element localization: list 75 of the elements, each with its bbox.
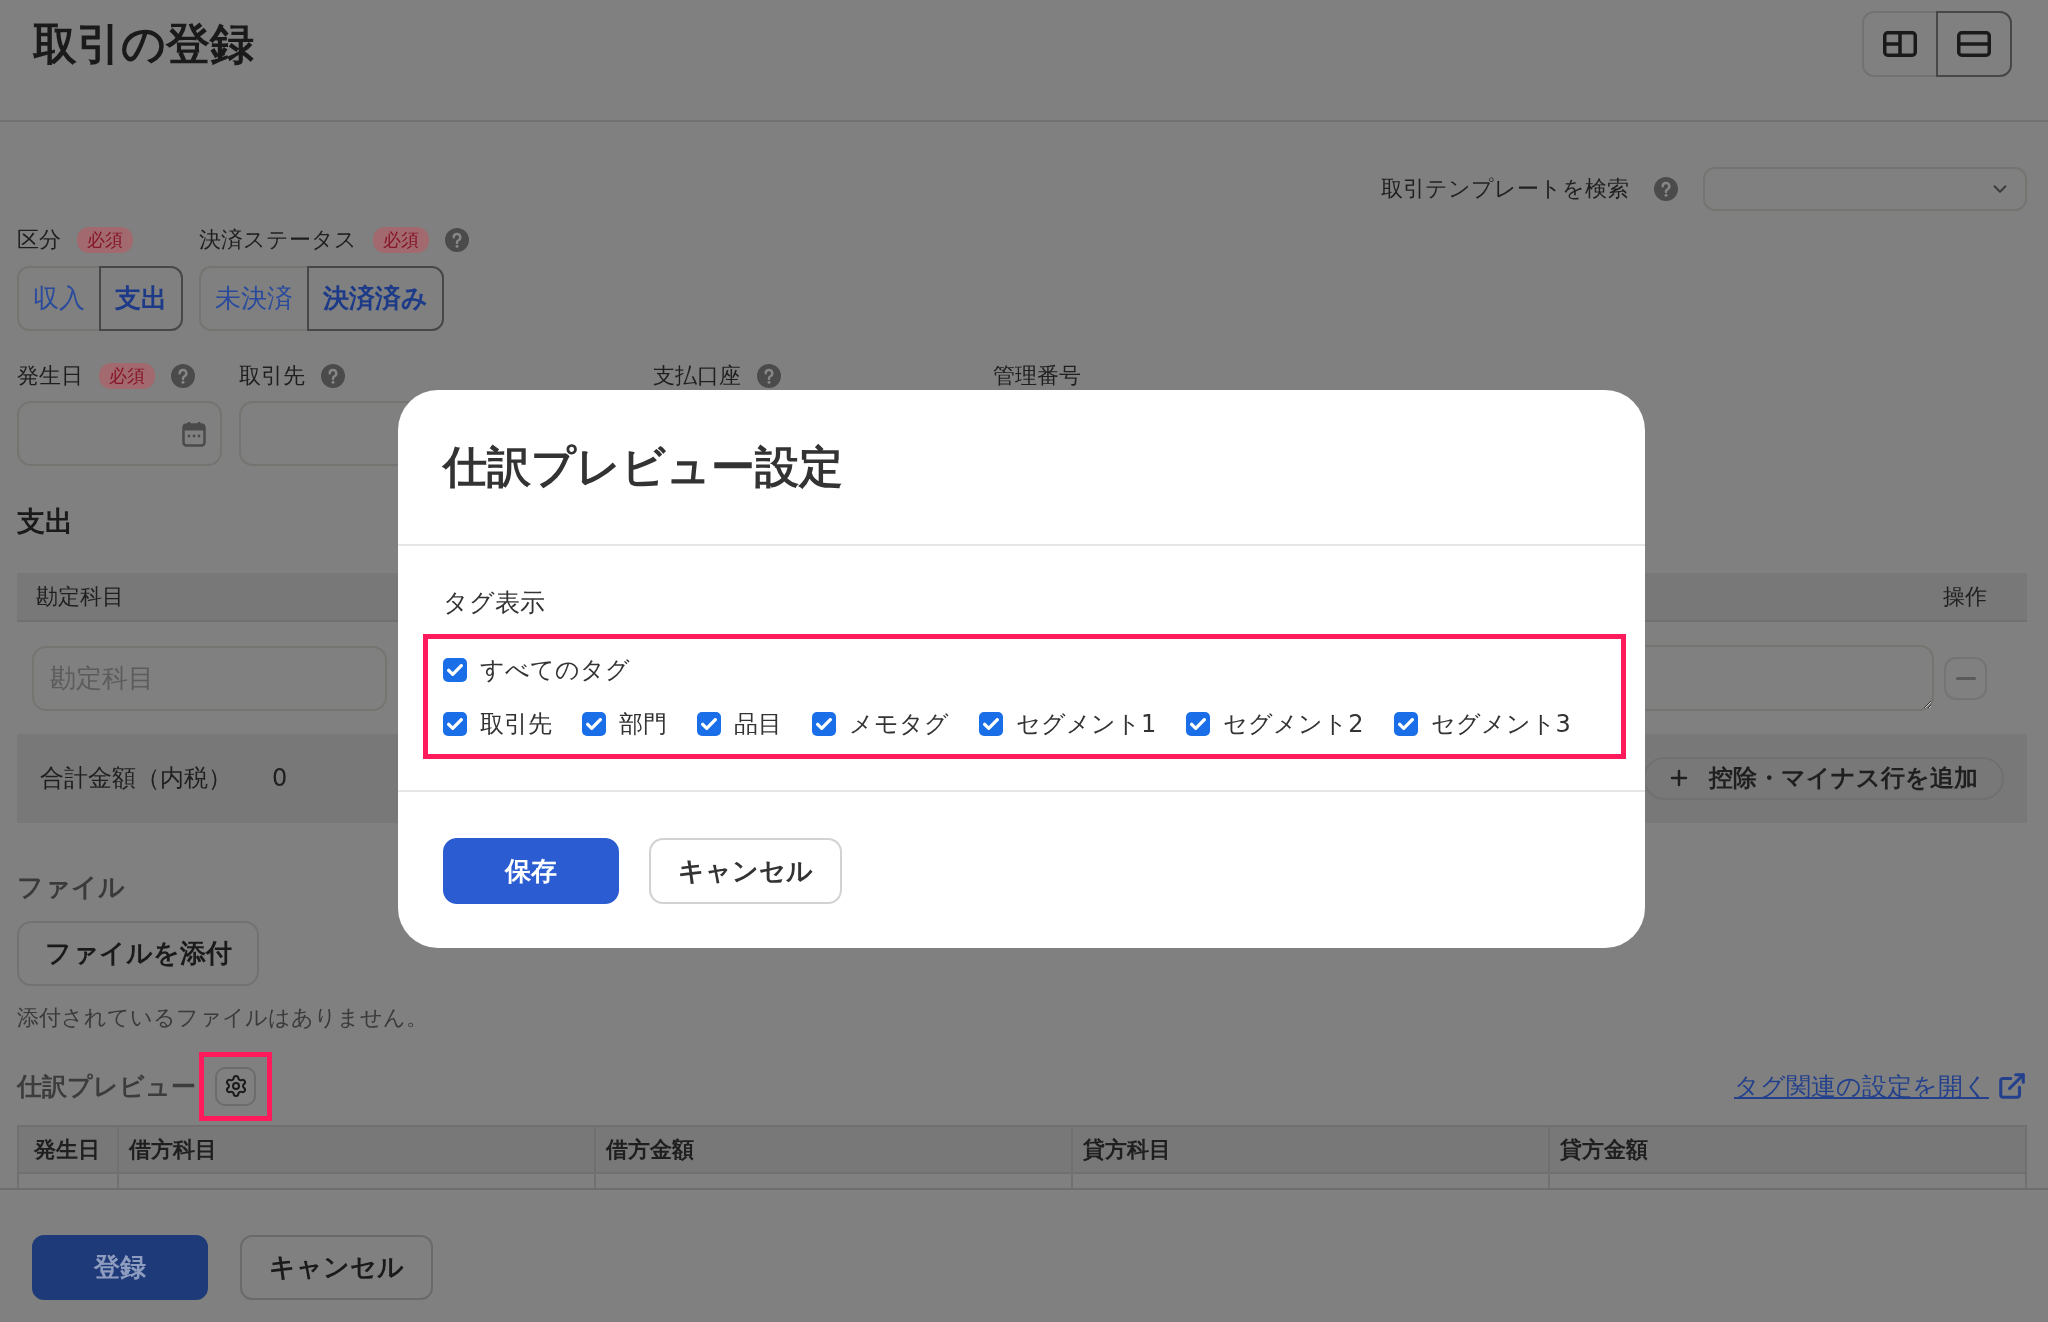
checkbox-label: セグメント2 xyxy=(1223,709,1364,739)
checkbox-label: 品目 xyxy=(734,709,782,739)
field-label: 取引先 xyxy=(239,363,305,389)
column-header: 勘定科目 xyxy=(36,582,124,611)
total-label: 合計金額（内税） xyxy=(40,763,232,795)
help-icon[interactable] xyxy=(1654,177,1678,201)
field-label: 発生日 xyxy=(17,363,83,389)
checkmark-icon xyxy=(447,718,463,730)
section-title: 仕訳プレビュー xyxy=(17,1070,196,1103)
page-title: 取引の登録 xyxy=(33,17,254,71)
external-link-icon xyxy=(1997,1071,2027,1102)
settings-button[interactable] xyxy=(215,1066,256,1106)
checkbox[interactable] xyxy=(1186,712,1211,736)
section-title: ファイル xyxy=(17,870,125,904)
save-button[interactable]: 保存 xyxy=(443,838,619,904)
column-header: 発生日 xyxy=(32,1135,101,1164)
column-header: 借方金額 xyxy=(594,1126,1071,1173)
checkbox[interactable] xyxy=(443,658,467,682)
required-badge: 必須 xyxy=(99,363,155,389)
section-label: タグ表示 xyxy=(443,587,545,619)
column-header: 借方科目 xyxy=(117,1126,594,1173)
minus-icon xyxy=(1955,676,1976,680)
checkmark-icon xyxy=(816,718,832,730)
checkbox-label: 取引先 xyxy=(480,709,552,739)
settings-icon xyxy=(223,1074,248,1099)
checkmark-icon xyxy=(447,664,463,676)
section-title: 支出 xyxy=(17,504,73,540)
date-field[interactable] xyxy=(17,401,222,466)
checkbox-label: セグメント1 xyxy=(1016,709,1157,739)
field-label: 支払口座 xyxy=(653,363,741,389)
register-button[interactable]: 登録 xyxy=(32,1235,208,1300)
checkbox-label: すべてのタグ xyxy=(480,655,630,685)
checkbox[interactable] xyxy=(697,712,721,736)
column-header: 貸方科目 xyxy=(1071,1126,1548,1173)
checkbox-label: メモタグ xyxy=(849,709,949,739)
checkmark-icon xyxy=(983,718,999,730)
column-header: 貸方金額 xyxy=(1548,1126,2025,1173)
field-label: 区分 xyxy=(17,227,61,253)
checkmark-icon xyxy=(1190,718,1207,730)
checkmark-icon xyxy=(586,718,602,730)
checkbox[interactable] xyxy=(582,712,606,736)
checkbox-label: 部門 xyxy=(619,709,667,739)
segment-option[interactable]: 収入 xyxy=(17,266,101,331)
field-label: 管理番号 xyxy=(993,363,1081,389)
checkbox-label: セグメント3 xyxy=(1430,709,1571,739)
help-icon[interactable] xyxy=(757,364,781,388)
checkbox[interactable] xyxy=(979,712,1003,736)
total-value: 0 xyxy=(272,764,288,793)
cancel-button[interactable]: キャンセル xyxy=(240,1235,433,1300)
view-toggle-button[interactable] xyxy=(1936,11,2012,77)
calendar-icon xyxy=(182,420,206,447)
column-header: 操作 xyxy=(1942,582,1988,611)
view-toggle-button[interactable] xyxy=(1862,11,1938,77)
required-badge: 必須 xyxy=(77,227,133,253)
checkbox[interactable] xyxy=(1393,712,1418,736)
checkbox[interactable] xyxy=(812,712,836,736)
help-icon[interactable] xyxy=(321,364,345,388)
help-icon[interactable] xyxy=(171,364,195,388)
segment-option[interactable]: 未決済 xyxy=(199,266,309,331)
segment-option[interactable]: 支出 xyxy=(99,266,183,331)
cancel-button[interactable]: キャンセル xyxy=(649,838,842,904)
empty-files-note: 添付されているファイルはありません。 xyxy=(17,1003,428,1032)
template-search-label: 取引テンプレートを検索 xyxy=(1381,176,1629,202)
required-badge: 必須 xyxy=(373,227,429,253)
field-label: 決済ステータス xyxy=(199,227,357,253)
segment-option[interactable]: 決済済み xyxy=(307,266,444,331)
split-layout-icon xyxy=(1883,31,1917,57)
checkmark-icon xyxy=(1397,718,1414,730)
stacked-layout-icon xyxy=(1957,31,1991,57)
attach-file-button[interactable]: ファイルを添付 xyxy=(17,920,259,986)
checkbox[interactable] xyxy=(443,712,467,736)
checkmark-icon xyxy=(701,718,717,730)
tag-settings-link[interactable]: タグ関連の設定を開く xyxy=(1734,1069,2027,1103)
dialog-title: 仕訳プレビュー設定 xyxy=(443,439,843,494)
help-icon[interactable] xyxy=(445,228,469,252)
